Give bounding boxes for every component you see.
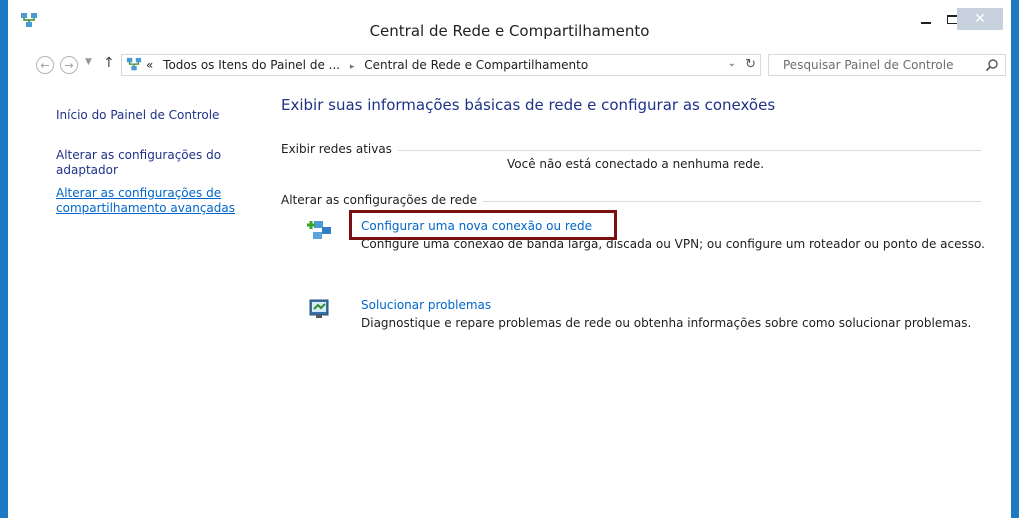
page-title: Exibir suas informações básicas de rede … <box>281 96 776 114</box>
maximize-icon <box>946 14 958 24</box>
minimize-icon <box>921 22 931 24</box>
troubleshoot-link[interactable]: Solucionar problemas <box>361 298 491 312</box>
new-connection-icon <box>307 221 331 239</box>
back-arrow-icon: ← <box>40 58 50 72</box>
network-sharing-center-window: Central de Rede e Compartilhamento ✕ ← →… <box>0 0 1019 518</box>
search-input[interactable]: Pesquisar Painel de Controle <box>768 54 1006 76</box>
no-network-message: Você não está conectado a nenhuma rede. <box>507 157 765 171</box>
sidebar-item-label: compartilhamento avançadas <box>56 201 235 215</box>
back-button[interactable]: ← <box>36 56 54 74</box>
breadcrumb-network-center[interactable]: Central de Rede e Compartilhamento <box>364 58 588 72</box>
breadcrumb-separator-icon[interactable]: ▸ <box>350 62 355 72</box>
search-icon[interactable] <box>985 58 999 72</box>
change-settings-label: Alterar as configurações de rede <box>281 193 483 207</box>
address-dropdown-icon[interactable]: ⌄ <box>728 58 736 69</box>
active-networks-label: Exibir redes ativas <box>281 142 398 156</box>
sidebar-item-label: Alterar as configurações do <box>56 148 222 162</box>
forward-button[interactable]: → <box>60 56 78 74</box>
sidebar-item-label: adaptador <box>56 163 118 177</box>
sidebar-item-label: Alterar as configurações de <box>56 186 222 200</box>
highlight-box <box>349 210 617 240</box>
minimize-button[interactable] <box>913 8 939 30</box>
network-icon <box>126 57 142 71</box>
title-bar[interactable]: Central de Rede e Compartilhamento ✕ <box>8 0 1011 46</box>
breadcrumb-overflow[interactable]: « <box>146 58 153 72</box>
sidebar-item-control-panel-home[interactable]: Início do Painel de Controle <box>56 108 219 123</box>
window-title: Central de Rede e Compartilhamento <box>369 22 650 40</box>
forward-arrow-icon: → <box>64 58 74 72</box>
sidebar-item-advanced-sharing[interactable]: Alterar as configurações de compartilham… <box>56 186 235 216</box>
sidebar-item-adapter-settings[interactable]: Alterar as configurações do adaptador <box>56 148 221 178</box>
navigation-bar: ← → ▼ ↑ « Todos os Itens do Painel de ..… <box>8 52 1011 80</box>
troubleshoot-description: Diagnostique e repare problemas de rede … <box>361 316 972 330</box>
search-placeholder: Pesquisar Painel de Controle <box>783 58 954 72</box>
troubleshoot-icon <box>309 299 329 318</box>
refresh-icon[interactable]: ↻ <box>745 57 756 72</box>
up-arrow-icon[interactable]: ↑ <box>103 55 115 71</box>
breadcrumb: « Todos os Itens do Painel de ... ▸ Cent… <box>146 58 588 72</box>
address-bar[interactable]: « Todos os Itens do Painel de ... ▸ Cent… <box>121 54 761 76</box>
breadcrumb-all-items[interactable]: Todos os Itens do Painel de ... <box>163 58 340 72</box>
recent-locations-button[interactable]: ▼ <box>85 57 92 67</box>
close-icon: ✕ <box>974 11 986 27</box>
close-button[interactable]: ✕ <box>957 8 1003 30</box>
